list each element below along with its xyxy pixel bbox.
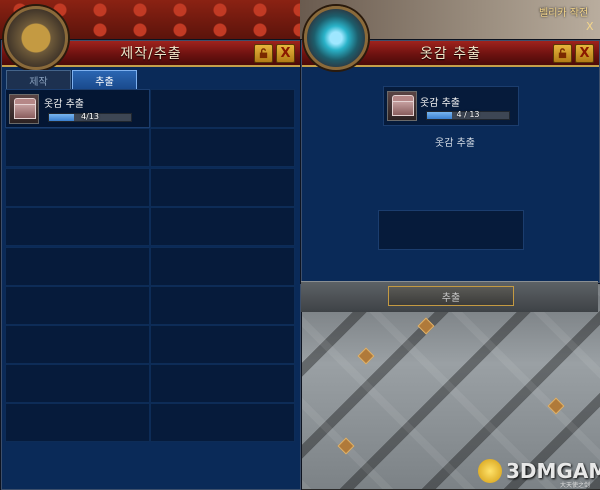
progress-bar: 4/13 bbox=[48, 112, 132, 122]
hud-close-text[interactable]: X bbox=[586, 20, 594, 33]
progress-bar: 4 / 13 bbox=[426, 110, 510, 120]
recipe-slot[interactable]: 옷감 추출 4/13 bbox=[5, 89, 150, 128]
hud-location-text: 벨리카 작전 bbox=[539, 8, 589, 19]
floor-tile bbox=[337, 437, 355, 455]
watermark-subtext: 大天使之剑 bbox=[560, 482, 591, 489]
recipe-slot[interactable] bbox=[5, 286, 150, 325]
emblem-icon bbox=[304, 6, 368, 70]
recipe-slot[interactable] bbox=[5, 207, 150, 246]
result-slot[interactable] bbox=[378, 210, 524, 250]
window-title: 제작/추출 bbox=[120, 46, 182, 62]
selected-recipe[interactable]: 옷감 추출 4 / 13 bbox=[383, 86, 519, 126]
extract-button[interactable]: 추출 bbox=[388, 286, 514, 306]
recipe-slot[interactable] bbox=[150, 325, 295, 364]
recipe-slot[interactable] bbox=[5, 128, 150, 167]
recipe-description: 옷감 추출 bbox=[435, 138, 475, 149]
recipe-name: 옷감 추출 bbox=[44, 99, 84, 110]
recipe-grid: 옷감 추출 4/13 bbox=[5, 89, 295, 444]
close-icon: X bbox=[579, 46, 590, 61]
recipe-slot[interactable] bbox=[5, 325, 150, 364]
lock-icon bbox=[259, 48, 268, 59]
progress-text: 4 / 13 bbox=[456, 110, 480, 119]
watermark-logo-icon bbox=[478, 459, 502, 483]
emblem-icon bbox=[4, 6, 68, 70]
recipe-slot[interactable] bbox=[5, 247, 150, 286]
recipe-slot[interactable] bbox=[5, 364, 150, 403]
close-icon: X bbox=[280, 46, 291, 61]
recipe-slot[interactable] bbox=[5, 168, 150, 207]
close-button[interactable]: X bbox=[575, 44, 594, 63]
window-title: 옷감 추출 bbox=[420, 46, 481, 62]
lock-button[interactable] bbox=[254, 44, 273, 63]
tab-label: 제작 bbox=[29, 76, 48, 88]
lock-button[interactable] bbox=[553, 44, 572, 63]
chest-icon bbox=[387, 91, 417, 121]
chest-icon bbox=[9, 94, 39, 124]
tab-label: 추출 bbox=[95, 76, 114, 88]
recipe-slot[interactable] bbox=[150, 89, 295, 128]
recipe-slot[interactable] bbox=[150, 286, 295, 325]
close-button[interactable]: X bbox=[276, 44, 295, 63]
floor-tile bbox=[417, 317, 435, 335]
recipe-slot[interactable] bbox=[150, 128, 295, 167]
recipe-slot[interactable] bbox=[5, 403, 150, 442]
progress-text: 4/13 bbox=[81, 112, 99, 121]
floor-tile bbox=[547, 397, 565, 415]
recipe-slot[interactable] bbox=[150, 364, 295, 403]
lock-icon bbox=[558, 48, 567, 59]
tab-extract[interactable]: 추출 bbox=[72, 70, 137, 89]
extract-button-label: 추출 bbox=[441, 292, 461, 304]
tab-craft[interactable]: 제작 bbox=[6, 70, 71, 89]
recipe-name: 옷감 추출 bbox=[420, 98, 460, 109]
recipe-slot[interactable] bbox=[150, 168, 295, 207]
recipe-slot[interactable] bbox=[150, 403, 295, 442]
floor-tile bbox=[357, 347, 375, 365]
recipe-slot[interactable] bbox=[150, 247, 295, 286]
recipe-slot[interactable] bbox=[150, 207, 295, 246]
